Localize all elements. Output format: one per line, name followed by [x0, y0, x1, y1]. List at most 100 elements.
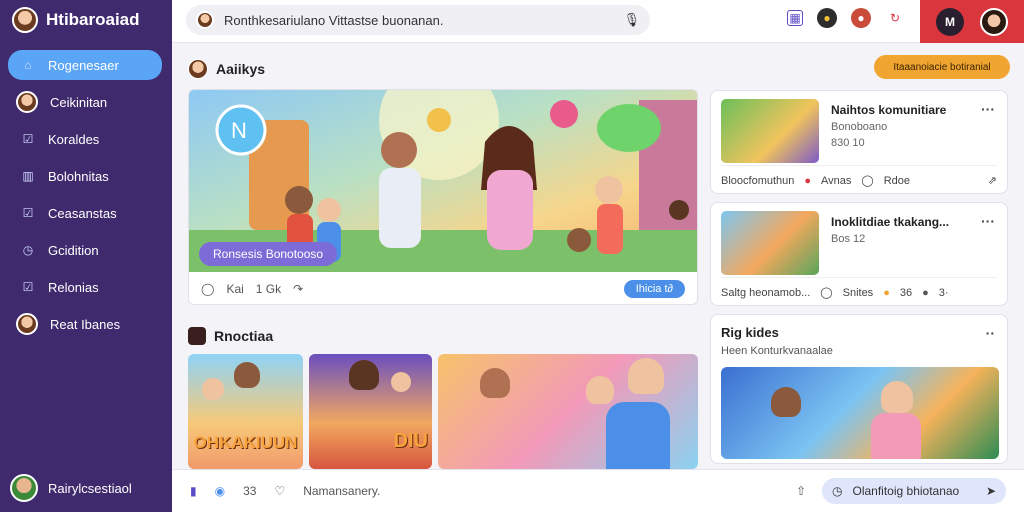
bottom-actions: ⇧ ◷ Olanfitoig bhiotanao ➤: [796, 478, 1006, 504]
card-title: Naihtos komunitiare: [831, 103, 947, 117]
search-avatar: [196, 11, 214, 29]
moments-icon: [188, 327, 206, 345]
reaction-icon[interactable]: ●: [804, 175, 811, 187]
sidebar-item-6[interactable]: ☑ Relonias: [8, 272, 162, 302]
chat-icon[interactable]: ◉: [215, 484, 225, 498]
moments-title: Rnoctiaa: [214, 328, 274, 344]
profile-icon[interactable]: ●: [851, 8, 871, 28]
comment-icon[interactable]: ◯: [820, 286, 832, 299]
community-card-1[interactable]: Naihtos komunitiare Bonoboano 830 10 ···…: [710, 90, 1008, 194]
comment-icon[interactable]: ◯: [201, 282, 214, 296]
sidebar-item-5[interactable]: ◷ Gcidition: [8, 235, 162, 265]
hero-action-label: Ihicia: [635, 283, 662, 295]
moments-header: Rnoctiaa: [188, 327, 273, 345]
clock-icon: ◷: [22, 243, 34, 257]
search-input[interactable]: Ronthkesariulano Vittastse buonanan. 🎙: [186, 5, 650, 35]
big-kids-card[interactable]: Rig kides Heen Konturkvanaalae ··: [710, 314, 1008, 464]
hero-post[interactable]: N Ronsesis Bonotooso ◯ Kai 1 Gk ↷ Ihicia…: [188, 89, 698, 305]
card-footer: Bloocfomuthun ● Avnas ◯ Rdoe ⇗: [721, 165, 997, 187]
comment-icon[interactable]: ◯: [861, 174, 873, 187]
refresh-icon[interactable]: ↻: [885, 8, 905, 28]
card-meta: 830 10: [831, 137, 865, 149]
card-footer-label: Saltg heonamob...: [721, 286, 811, 299]
child-figure: [881, 381, 913, 413]
card-subtitle: Heen Konturkvanaalae: [721, 345, 833, 357]
like-count: 1 Gk: [255, 282, 282, 296]
sidebar-item-1[interactable]: Ceikinitan: [8, 87, 162, 117]
hero-action-icon: t∂: [664, 283, 674, 295]
card-footer-label: Bloocfomuthun: [721, 174, 795, 187]
sidebar-item-label: Ceikinitan: [50, 94, 108, 110]
chart-icon: ▥: [22, 169, 34, 183]
sidebar-nav: ⌂ Rogenesaer Ceikinitan ☑ Koraldes ▥ Bol…: [0, 50, 172, 339]
clock-icon: ◷: [832, 484, 843, 498]
hero-tag[interactable]: Ronsesis Bonotooso: [199, 242, 338, 266]
compose-label: Olanfitoig bhiotanao: [852, 484, 960, 498]
comment-input[interactable]: Namansanery.: [303, 484, 380, 498]
send-icon[interactable]: ➤: [986, 484, 996, 498]
right-panel: Naihtos komunitiare Bonoboano 830 10 ···…: [710, 90, 1008, 472]
heart-icon[interactable]: ♡: [274, 484, 285, 498]
card-footer: Saltg heonamob... ◯ Snites ● 36 ● 3·: [721, 277, 997, 299]
community-card-2[interactable]: Inoklitdiae tkakang... Bos 12 ··· Saltg …: [710, 202, 1008, 306]
moment-thumb-2[interactable]: DIU: [309, 354, 432, 469]
child-figure: [202, 378, 224, 400]
sidebar-item-label: Relonias: [48, 279, 99, 295]
check-icon: ☑: [22, 206, 34, 220]
card-image: [721, 99, 819, 163]
person-figure: [480, 368, 510, 398]
avatar: [16, 313, 38, 335]
more-icon[interactable]: ···: [981, 101, 995, 117]
notification-icon[interactable]: ▮: [190, 484, 197, 498]
card-meta: Bos 12: [831, 233, 866, 245]
sidebar-item-4[interactable]: ☑ Ceasanstas: [8, 198, 162, 228]
hero-footer: ◯ Kai 1 Gk ↷ Ihicia t∂: [189, 272, 697, 304]
activity-title: Aaiikys: [216, 61, 266, 77]
child-figure: [871, 413, 921, 459]
sidebar-item-label: Rogenesaer: [48, 57, 119, 73]
card-footer-extra: 3·: [938, 286, 949, 299]
activity-avatar: [188, 59, 208, 79]
user-avatar: [10, 474, 38, 502]
sidebar-item-0[interactable]: ⌂ Rogenesaer: [8, 50, 162, 80]
thumb-caption: DIU: [393, 430, 428, 452]
sidebar-item-3[interactable]: ▥ Bolohnitas: [8, 161, 162, 191]
activity-header: Aaiikys: [188, 59, 265, 79]
moment-thumb-3[interactable]: [438, 354, 698, 469]
child-figure: [391, 372, 411, 392]
more-icon[interactable]: ··: [986, 325, 995, 341]
sidebar-item-2[interactable]: ☑ Koraldes: [8, 124, 162, 154]
more-icon[interactable]: ···: [981, 213, 995, 229]
sidebar-item-label: Reat Ibanes: [50, 316, 121, 332]
user-name: Rairylcsestiaol: [48, 480, 132, 496]
app-title: Htibaroaiad: [46, 10, 140, 29]
child-figure: [349, 360, 379, 390]
moments-thumbnails: OHKAKIUUN DIU: [188, 354, 698, 469]
account-avatar[interactable]: [980, 7, 1008, 36]
comment-count: Kai: [226, 282, 244, 296]
activity-badge[interactable]: Itaaanoiacie botiranial: [874, 55, 1010, 79]
calendar-icon[interactable]: ▦: [787, 10, 803, 26]
svg-text:N: N: [231, 118, 247, 143]
share-icon[interactable]: ⇗: [988, 174, 997, 187]
hero-action-button[interactable]: Ihicia t∂: [623, 280, 685, 298]
brand[interactable]: Htibaroaiad: [0, 0, 172, 40]
child-figure: [771, 387, 801, 417]
share-icon[interactable]: ↷: [293, 282, 303, 296]
notification-avatar-icon[interactable]: ●: [817, 8, 837, 28]
message-count: 33: [243, 484, 257, 498]
compose-button[interactable]: ◷ Olanfitoig bhiotanao ➤: [822, 478, 1006, 504]
brand-avatar: [12, 7, 38, 33]
current-user[interactable]: Rairylcsestiaol: [10, 474, 132, 502]
moment-thumb-1[interactable]: OHKAKIUUN: [188, 354, 303, 469]
sidebar-item-7[interactable]: Reat Ibanes: [8, 309, 162, 339]
card-footer-reply: Rdoe: [883, 174, 911, 187]
card-footer-reaction: Avnas: [821, 174, 852, 187]
messages-button[interactable]: M: [936, 7, 964, 36]
child-figure: [586, 376, 614, 404]
card-image: [721, 211, 819, 275]
top-actions: M: [920, 0, 1024, 43]
microphone-icon[interactable]: 🎙: [623, 12, 640, 28]
upload-icon[interactable]: ⇧: [796, 484, 806, 498]
emoji-icon[interactable]: ●: [883, 287, 890, 299]
